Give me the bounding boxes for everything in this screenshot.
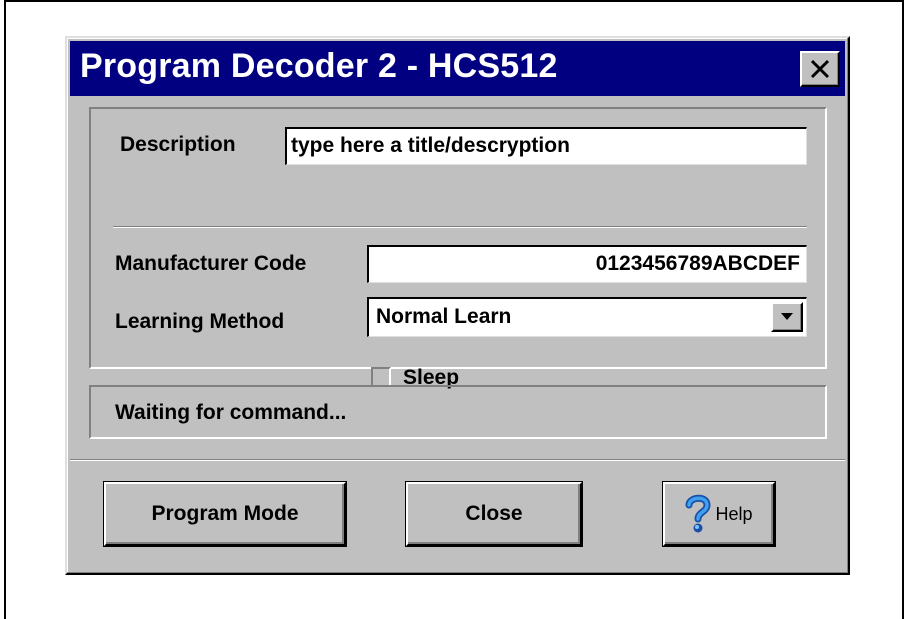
button-area-separator xyxy=(70,459,845,461)
manufacturer-code-value: 0123456789ABCDEF xyxy=(595,252,800,275)
description-field[interactable]: type here a title/descryption xyxy=(285,127,807,165)
program-mode-label: Program Mode xyxy=(151,502,299,525)
learning-method-label: Learning Method xyxy=(115,310,285,333)
sleep-checkbox[interactable] xyxy=(371,367,391,387)
close-x-icon xyxy=(810,59,830,79)
title-bar: Program Decoder 2 - HCS512 xyxy=(70,41,845,96)
close-window-button[interactable] xyxy=(800,51,840,87)
status-box: Waiting for command... xyxy=(89,385,827,439)
help-button[interactable]: Help xyxy=(663,482,775,546)
close-label: Close xyxy=(465,502,523,525)
description-value: type here a title/descryption xyxy=(291,134,570,157)
chevron-down-icon xyxy=(781,313,793,320)
window-title: Program Decoder 2 - HCS512 xyxy=(80,47,558,85)
help-label: Help xyxy=(715,503,753,524)
learning-method-select[interactable]: Normal Learn xyxy=(367,297,807,337)
close-button[interactable]: Close xyxy=(406,482,582,546)
manufacturer-code-field[interactable]: 0123456789ABCDEF xyxy=(367,245,807,283)
status-text: Waiting for command... xyxy=(115,401,347,424)
program-decoder-dialog: Program Decoder 2 - HCS512 Description t… xyxy=(65,36,850,575)
learning-method-value: Normal Learn xyxy=(376,305,512,328)
dropdown-button[interactable] xyxy=(771,302,803,332)
question-mark-icon xyxy=(685,494,711,533)
program-mode-button[interactable]: Program Mode xyxy=(104,482,346,546)
manufacturer-code-label: Manufacturer Code xyxy=(115,252,307,275)
description-label: Description xyxy=(120,133,236,156)
group-separator xyxy=(113,226,807,228)
settings-groupbox: Description type here a title/descryptio… xyxy=(89,107,827,389)
